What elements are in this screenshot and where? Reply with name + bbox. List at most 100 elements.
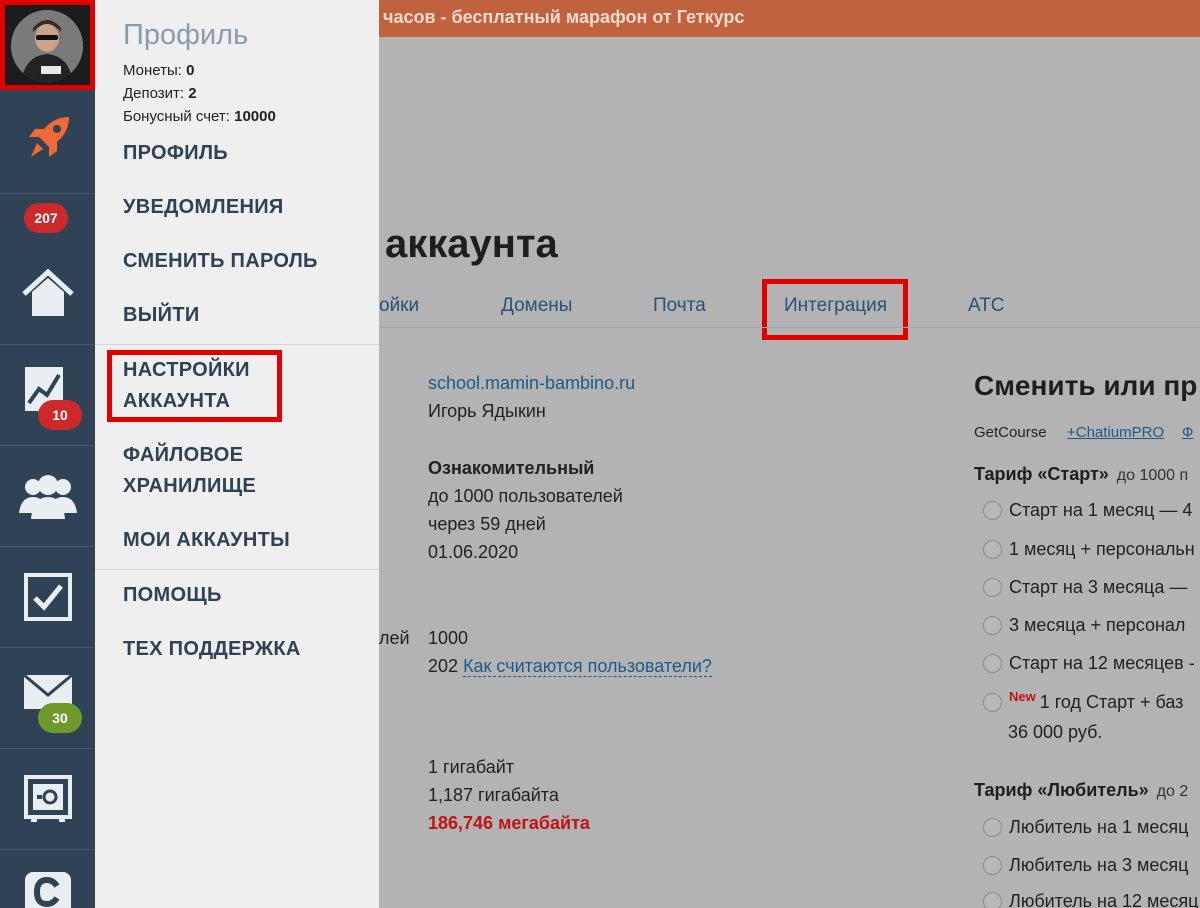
sidebar-item-home[interactable] bbox=[0, 244, 95, 345]
plan-end-date: 01.06.2020 bbox=[428, 542, 519, 562]
radio-button[interactable] bbox=[983, 501, 1002, 520]
coins-stat: Монеты: 0 bbox=[123, 62, 194, 79]
bonus-value: 10000 bbox=[234, 108, 276, 125]
users-icon bbox=[18, 475, 77, 519]
bonus-label: Бонусный счет: bbox=[123, 108, 230, 125]
menu-logout[interactable]: ВЫЙТИ bbox=[123, 300, 363, 331]
page-title: аккаунта bbox=[385, 222, 558, 266]
tariff-start-note: до 1000 п bbox=[1116, 467, 1189, 484]
account-owner: Игорь Ядыкин bbox=[428, 401, 546, 421]
menu-tech-support[interactable]: ТЕХ ПОДДЕРЖКА bbox=[123, 634, 363, 665]
start-option-3[interactable]: Старт на 3 месяца — bbox=[983, 577, 1187, 598]
start-year-price: 36 000 руб. bbox=[1008, 722, 1103, 742]
stats-badge: 10 bbox=[38, 400, 82, 430]
users-count: 202 bbox=[428, 656, 459, 676]
promo-banner-text[interactable]: часов - бесплатный марафон от Геткурс bbox=[383, 7, 744, 28]
users-label-fragment: лей bbox=[379, 628, 410, 648]
sidebar-item-stats[interactable]: 10 bbox=[0, 345, 95, 446]
account-settings-highlight bbox=[107, 350, 282, 422]
menu-file-storage[interactable]: ФАЙЛОВОЕ ХРАНИЛИЩЕ bbox=[123, 440, 363, 502]
menu-divider bbox=[95, 344, 379, 345]
tab-settings[interactable]: ойки bbox=[379, 295, 419, 317]
storage-used: 1,187 гигабайта bbox=[428, 785, 559, 805]
option-label: 1 месяц + персональн bbox=[1009, 539, 1195, 559]
tariff-amateur-title: Тариф «Любитель» до 2 bbox=[974, 780, 1188, 801]
radio-button[interactable] bbox=[983, 818, 1002, 837]
option-label: Старт на 12 месяцев - bbox=[1009, 653, 1195, 673]
provider-more-link[interactable]: Ф bbox=[1182, 424, 1193, 441]
radio-button[interactable] bbox=[983, 578, 1002, 597]
users-help-link[interactable]: Как считаются пользователи? bbox=[463, 656, 712, 677]
checkbox-icon bbox=[23, 573, 72, 621]
option-label: Любитель на 3 месяц bbox=[1009, 855, 1189, 875]
start-option-1[interactable]: Старт на 1 месяц — 4 bbox=[983, 500, 1192, 521]
safe-icon bbox=[23, 775, 72, 822]
option-label: Любитель на 12 месяц bbox=[1009, 891, 1199, 908]
tariff-amateur-note: до 2 bbox=[1156, 783, 1189, 800]
option-label: 1 год Старт + баз bbox=[1039, 692, 1184, 712]
storage-over: 186,746 мегабайта bbox=[428, 813, 590, 833]
messages-badge: 30 bbox=[38, 703, 82, 733]
plan-days-left: через 59 дней bbox=[428, 514, 546, 534]
sidebar-item-rocket[interactable]: 207 bbox=[0, 90, 95, 233]
change-plan-title: Сменить или пр bbox=[974, 370, 1198, 401]
amateur-option-2[interactable]: Любитель на 3 месяц bbox=[983, 855, 1188, 876]
start-option-4[interactable]: 3 месяца + персонал bbox=[983, 615, 1185, 636]
account-domain-link[interactable]: school.mamin-bambino.ru bbox=[428, 373, 635, 394]
avatar[interactable] bbox=[11, 10, 83, 82]
profile-dropdown: Профиль Монеты: 0 Депозит: 2 Бонусный сч… bbox=[95, 0, 379, 908]
menu-change-password[interactable]: СМЕНИТЬ ПАРОЛЬ bbox=[123, 246, 363, 277]
left-icon-sidebar: 207 10 30 bbox=[0, 0, 95, 908]
menu-file-storage-line1: ФАЙЛОВОЕ bbox=[123, 444, 244, 466]
coins-value: 0 bbox=[186, 62, 195, 79]
menu-profile[interactable]: ПРОФИЛЬ bbox=[123, 138, 363, 169]
deposit-value: 2 bbox=[188, 85, 197, 102]
sidebar-item-messages[interactable]: 30 bbox=[0, 648, 95, 749]
plan-users: до 1000 пользователей bbox=[428, 486, 623, 506]
deposit-label: Депозит: bbox=[123, 85, 185, 102]
tabs-divider bbox=[379, 327, 1200, 328]
option-label: 3 месяца + персонал bbox=[1009, 615, 1186, 635]
start-option-2[interactable]: 1 месяц + персональн bbox=[983, 539, 1195, 560]
provider-getcourse[interactable]: GetCourse bbox=[974, 424, 1047, 441]
promo-banner[interactable]: часов - бесплатный марафон от Геткурс bbox=[379, 0, 1200, 37]
radio-button[interactable] bbox=[983, 856, 1002, 875]
avatar-button[interactable] bbox=[0, 0, 95, 90]
bonus-stat: Бонусный счет: 10000 bbox=[123, 108, 276, 125]
tariff-start-title: Тариф «Старт» до 1000 п bbox=[974, 464, 1188, 485]
provider-chatium-link[interactable]: +ChatiumPRO bbox=[1067, 424, 1164, 441]
radio-button[interactable] bbox=[983, 540, 1002, 559]
menu-help[interactable]: ПОМОЩЬ bbox=[123, 580, 363, 611]
profile-title: Профиль bbox=[123, 19, 249, 51]
tariff-start-name: Тариф «Старт» bbox=[974, 464, 1109, 484]
menu-my-accounts[interactable]: МОИ АККАУНТЫ bbox=[123, 525, 363, 556]
tariff-amateur-name: Тариф «Любитель» bbox=[974, 780, 1149, 800]
radio-button[interactable] bbox=[983, 693, 1002, 712]
deposit-stat: Депозит: 2 bbox=[123, 85, 197, 102]
tab-ats[interactable]: АТС bbox=[968, 295, 1005, 317]
rocket-icon bbox=[28, 117, 69, 157]
sidebar-item-chatium[interactable] bbox=[0, 850, 95, 908]
amateur-option-1[interactable]: Любитель на 1 месяц bbox=[983, 817, 1188, 838]
option-label: Старт на 3 месяца — bbox=[1009, 577, 1188, 597]
home-icon bbox=[21, 268, 74, 316]
start-option-year[interactable]: New 1 год Старт + баз bbox=[983, 689, 1184, 713]
radio-button[interactable] bbox=[983, 892, 1002, 908]
amateur-option-3[interactable]: Любитель на 12 месяц bbox=[983, 891, 1198, 908]
sidebar-item-safe[interactable] bbox=[0, 749, 95, 850]
coins-label: Монеты: bbox=[123, 62, 182, 79]
tab-mail[interactable]: Почта bbox=[653, 295, 706, 317]
radio-button[interactable] bbox=[983, 616, 1002, 635]
users-limit: 1000 bbox=[428, 628, 469, 648]
sidebar-item-users[interactable] bbox=[0, 446, 95, 547]
start-option-5[interactable]: Старт на 12 месяцев - bbox=[983, 653, 1195, 674]
sidebar-item-tasks[interactable] bbox=[0, 547, 95, 648]
users-count-row: 202 Как считаются пользователи? bbox=[428, 656, 712, 677]
menu-notifications[interactable]: УВЕДОМЛЕНИЯ bbox=[123, 192, 363, 223]
radio-button[interactable] bbox=[983, 654, 1002, 673]
tab-domains[interactable]: Домены bbox=[501, 295, 572, 317]
plan-name: Ознакомительный bbox=[428, 458, 595, 478]
menu-divider bbox=[95, 569, 379, 570]
option-label: Старт на 1 месяц — 4 bbox=[1009, 500, 1193, 520]
rocket-badge: 207 bbox=[24, 203, 68, 233]
